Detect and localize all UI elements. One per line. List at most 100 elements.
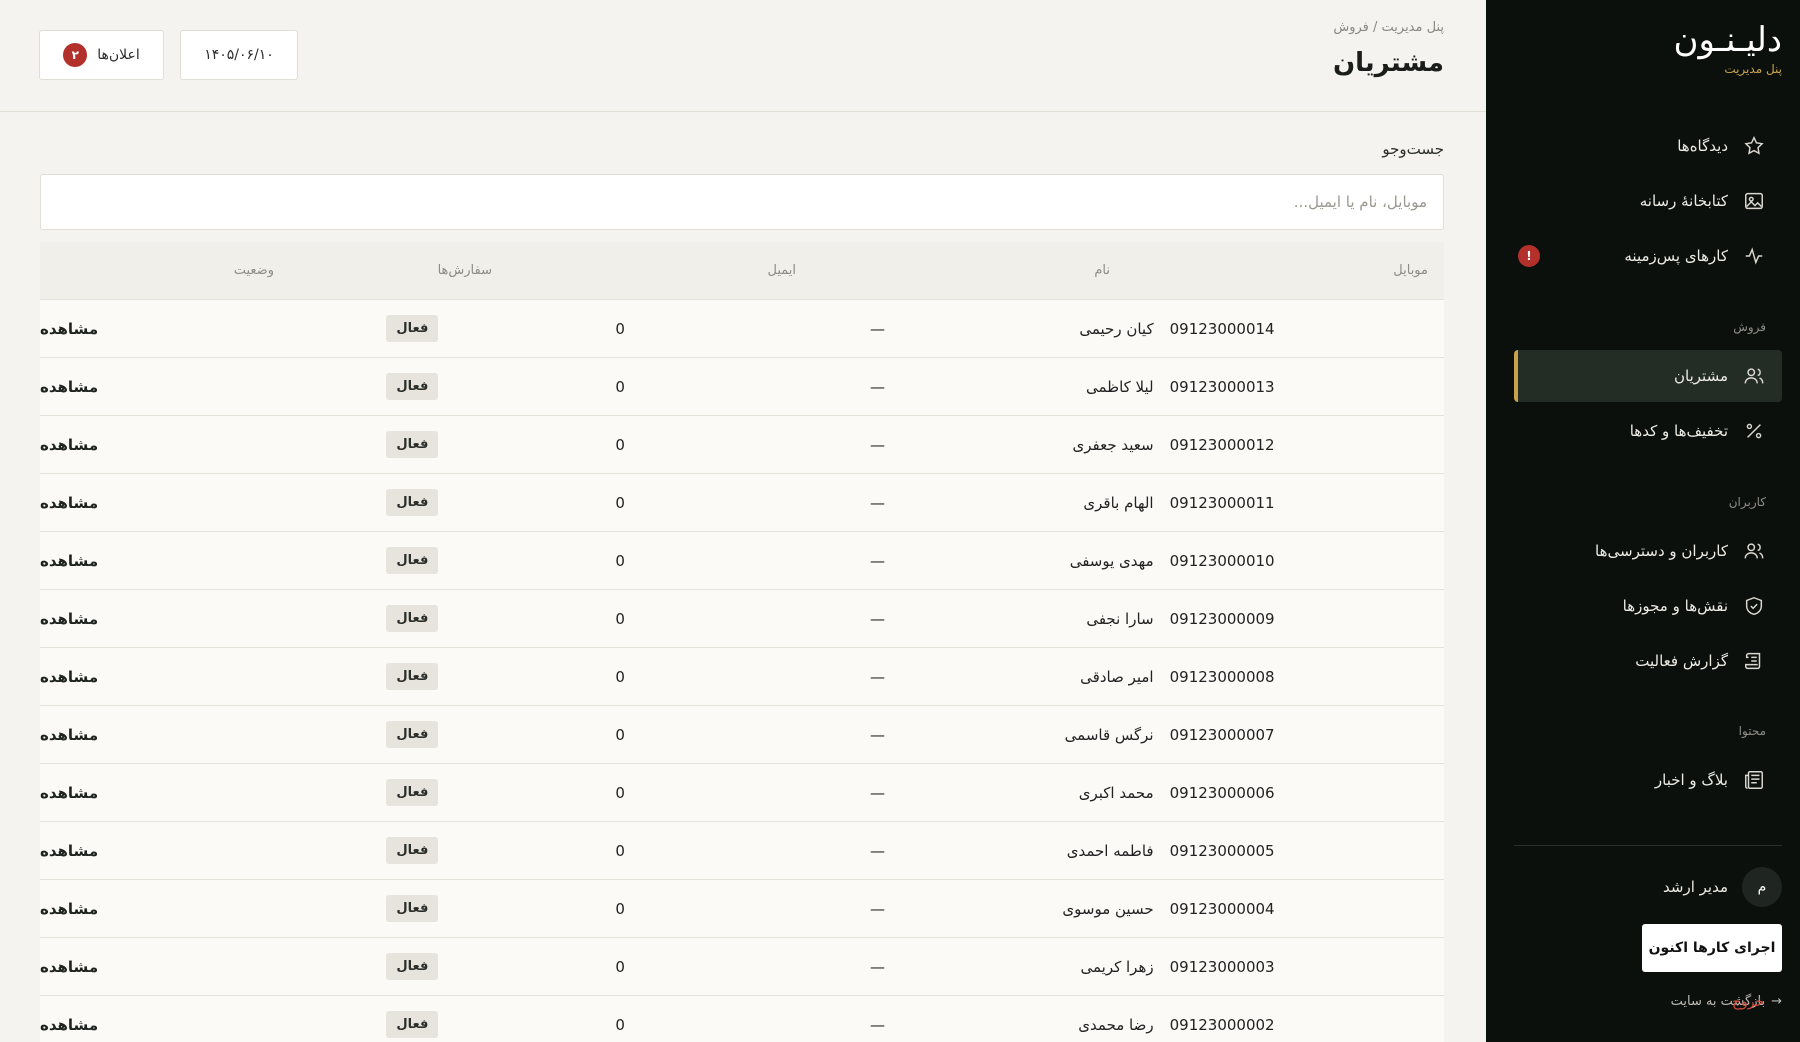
- sidebar-item-roles[interactable]: نقش‌ها و مجوزها: [1514, 580, 1782, 632]
- notifications-button[interactable]: اعلان‌ها ۲: [39, 30, 164, 80]
- sidebar-item-label: دیدگاه‌ها: [1677, 137, 1728, 155]
- column-header-orders[interactable]: سفارش‌ها: [274, 242, 492, 299]
- table-row: 09123000007 نرگس قاسمی — 0 فعال مشاهده: [40, 706, 1444, 764]
- user-name: مدیر ارشد: [1663, 878, 1728, 896]
- cell-mobile: 09123000002: [1170, 996, 1444, 1042]
- status-badge: فعال: [386, 1011, 439, 1038]
- view-link[interactable]: مشاهده: [40, 436, 98, 454]
- cell-name: الهام باقری: [1083, 493, 1154, 512]
- mobile-text: 09123000013: [1169, 377, 1275, 396]
- customers-table: موبایل نام ایمیل سفارش‌ها وضعیت 09123000…: [40, 242, 1444, 1042]
- table-row: 09123000014 کیان رحیمی — 0 فعال مشاهده: [40, 300, 1444, 358]
- cell-name: نرگس قاسمی: [1064, 725, 1154, 744]
- cell-email: —: [869, 551, 885, 570]
- cell-action: مشاهده: [40, 532, 250, 589]
- sidebar-item-label: کارهای پس‌زمینه: [1624, 247, 1728, 265]
- status-badge: فعال: [386, 837, 439, 864]
- table-body: 09123000014 کیان رحیمی —0 فعال مشاهده 0912300…: [40, 300, 1444, 1042]
- cell-action: مشاهده: [40, 648, 250, 705]
- search-input[interactable]: [40, 174, 1444, 230]
- cell-name: فاطمه احمدی: [1066, 841, 1154, 860]
- back-to-site-link[interactable]: → بازگشت به سایت: [1671, 994, 1782, 1009]
- avatar: م: [1742, 867, 1782, 907]
- view-link[interactable]: مشاهده: [40, 668, 98, 686]
- cell-orders: 0: [615, 841, 625, 860]
- shield-icon: [1742, 594, 1766, 618]
- cell-email: —: [869, 841, 885, 860]
- cell-action: مشاهده: [40, 880, 250, 937]
- cell-status: فعال: [250, 358, 439, 415]
- mobile-text: 09123000014: [1169, 319, 1275, 338]
- view-link[interactable]: مشاهده: [40, 784, 98, 802]
- sidebar-item-customers[interactable]: مشتریان: [1514, 350, 1782, 402]
- cell-email: —: [869, 609, 885, 628]
- view-link[interactable]: مشاهده: [40, 378, 98, 396]
- column-header-action: [40, 242, 54, 299]
- cell-email: —: [869, 667, 885, 686]
- sidebar-item-activity-log[interactable]: گزارش فعالیت: [1514, 635, 1782, 687]
- run-jobs-now-button[interactable]: اجرای کارها اکنون: [1642, 924, 1782, 972]
- view-link[interactable]: مشاهده: [40, 842, 98, 860]
- column-header-mobile[interactable]: موبایل: [1126, 242, 1444, 299]
- arrow-right-icon: →: [1771, 994, 1782, 1009]
- newspaper-icon: [1742, 768, 1766, 792]
- cell-email: —: [869, 783, 885, 802]
- status-badge: فعال: [386, 953, 439, 980]
- search-label: جست‌وجو: [1382, 140, 1444, 158]
- sidebar-item-label: بلاگ و اخبار: [1654, 771, 1728, 789]
- cell-name: حسین موسوی: [1062, 899, 1154, 918]
- cell-email: —: [869, 957, 885, 976]
- sidebar-item-label: تخفیف‌ها و کدها: [1629, 422, 1728, 440]
- cell-orders: 0: [615, 957, 625, 976]
- table-row: 09123000006 محمد اکبری — 0 فعال مشاهده: [40, 764, 1444, 822]
- view-link[interactable]: مشاهده: [40, 320, 98, 338]
- view-link[interactable]: مشاهده: [40, 610, 98, 628]
- mobile-text: 09123000005: [1169, 841, 1275, 860]
- cell-action: مشاهده: [40, 590, 250, 647]
- table-row: 09123000004 حسین موسوی — 0 فعال مشاهده: [40, 880, 1444, 938]
- percent-icon: [1742, 419, 1766, 443]
- logout-link[interactable]: خروج: [1732, 994, 1764, 1010]
- cell-status: فعال: [250, 764, 439, 821]
- brand[interactable]: دلیـنـون پنل مدیریت: [1674, 20, 1782, 76]
- view-link[interactable]: مشاهده: [40, 494, 98, 512]
- cell-mobile: 09123000013: [1170, 358, 1444, 415]
- column-header-status[interactable]: وضعیت: [54, 242, 274, 299]
- sidebar-item-reviews[interactable]: دیدگاه‌ها: [1514, 120, 1782, 172]
- sidebar-item-users-access[interactable]: کاربران و دسترسی‌ها: [1514, 525, 1782, 577]
- sidebar-item-discounts[interactable]: تخفیف‌ها و کدها: [1514, 405, 1782, 457]
- date-button[interactable]: ۱۴۰۵/۰۶/۱۰: [180, 30, 298, 80]
- column-header-email[interactable]: ایمیل: [492, 242, 796, 299]
- cell-orders: 0: [615, 319, 625, 338]
- mobile-text: 09123000007: [1169, 725, 1275, 744]
- view-link[interactable]: مشاهده: [40, 958, 98, 976]
- cell-name: مهدی یوسفی: [1069, 551, 1154, 570]
- status-badge: فعال: [386, 547, 439, 574]
- view-link[interactable]: مشاهده: [40, 900, 98, 918]
- section-title-users: کاربران: [1728, 495, 1766, 509]
- sidebar-item-media-library[interactable]: کتابخانهٔ رسانه: [1514, 175, 1782, 227]
- cell-orders: 0: [615, 783, 625, 802]
- status-badge: فعال: [386, 605, 439, 632]
- cell-action: مشاهده: [40, 416, 250, 473]
- image-icon: [1742, 189, 1766, 213]
- cell-name: زهرا کریمی: [1080, 957, 1154, 976]
- view-link[interactable]: مشاهده: [40, 552, 98, 570]
- cell-status: فعال: [250, 996, 439, 1042]
- sidebar-item-background-jobs[interactable]: کارهای پس‌زمینه !: [1514, 230, 1782, 282]
- view-link[interactable]: مشاهده: [40, 1016, 98, 1034]
- table-row: 09123000013 لیلا کاظمی — 0 فعال مشاهده: [40, 358, 1444, 416]
- column-header-name[interactable]: نام: [796, 242, 1126, 299]
- current-user[interactable]: م مدیر ارشد: [1514, 866, 1782, 908]
- sidebar-item-label: گزارش فعالیت: [1635, 652, 1728, 670]
- cell-orders: 0: [615, 435, 625, 454]
- mobile-text: 09123000011: [1169, 493, 1275, 512]
- mobile-text: 09123000003: [1169, 957, 1275, 976]
- sidebar-item-blog[interactable]: بلاگ و اخبار: [1514, 754, 1782, 806]
- cell-name: سارا نجفی: [1086, 609, 1154, 628]
- cell-mobile: 09123000012: [1170, 416, 1444, 473]
- view-link[interactable]: مشاهده: [40, 726, 98, 744]
- sidebar: دلیـنـون پنل مدیریت دیدگاه‌ها کتابخانهٔ …: [1486, 0, 1800, 1042]
- mobile-text: 09123000012: [1169, 435, 1275, 454]
- cell-orders: 0: [615, 377, 625, 396]
